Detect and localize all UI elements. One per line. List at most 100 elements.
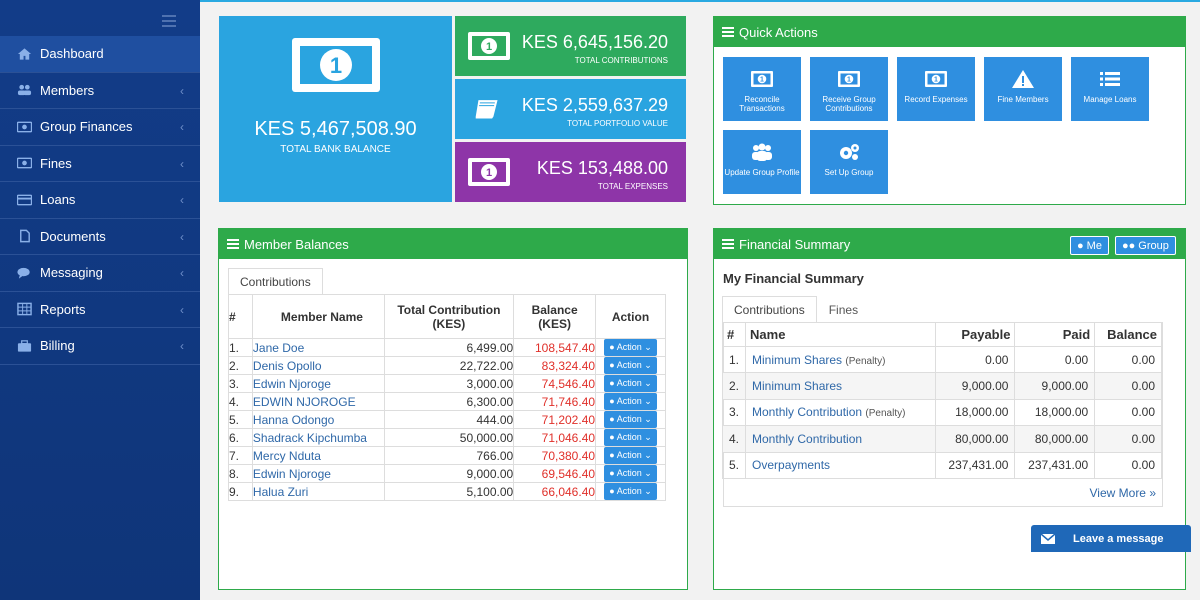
tab-contributions[interactable]: Contributions: [228, 268, 323, 295]
contribution-name-link[interactable]: Minimum Shares: [752, 353, 842, 367]
contribution-name-link[interactable]: Monthly Contribution: [752, 432, 862, 446]
balance: 0.00: [1094, 398, 1162, 427]
action-dropdown-button[interactable]: ● Action ⌄: [604, 357, 657, 374]
menu-toggle-icon[interactable]: [162, 15, 176, 27]
user-icon: ●: [1077, 239, 1084, 252]
financial-summary-subtitle: My Financial Summary: [723, 271, 864, 286]
sidebar-item-billing[interactable]: Billing ‹: [0, 328, 200, 365]
balance: 66,046.40: [513, 482, 597, 501]
fs-col-paid: Paid: [1014, 322, 1096, 347]
total-contribution: 3,000.00: [383, 374, 515, 393]
member-name-link[interactable]: Jane Doe: [251, 338, 385, 357]
cogs-icon: [837, 142, 861, 162]
member-name-link[interactable]: Denis Opollo: [251, 356, 385, 375]
expenses-tile: 1 KES 153,488.00 TOTAL EXPENSES: [455, 142, 686, 202]
sidebar-nav: Dashboard Members ‹ Group Finances ‹ Fines ‹ Lo…: [0, 36, 200, 365]
tab-fs-contributions[interactable]: Contributions: [722, 296, 817, 323]
member-name-link[interactable]: Edwin Njoroge: [251, 374, 385, 393]
portfolio-caption: TOTAL PORTFOLIO VALUE: [567, 119, 668, 128]
contribution-name-link[interactable]: Overpayments: [752, 458, 830, 472]
sidebar-item-group-finances[interactable]: Group Finances ‹: [0, 109, 200, 146]
member-name-link[interactable]: Edwin Njoroge: [251, 464, 385, 483]
sidebar-item-documents[interactable]: Documents ‹: [0, 219, 200, 255]
sidebar-item-reports[interactable]: Reports ‹: [0, 292, 200, 328]
quick-action-receive-group-contributions[interactable]: 1 Receive Group Contributions: [810, 57, 888, 121]
sidebar-item-messaging[interactable]: Messaging ‹: [0, 255, 200, 292]
me-button[interactable]: ● Me: [1070, 236, 1109, 255]
action-dropdown-button[interactable]: ● Action ⌄: [604, 411, 657, 428]
member-name-link[interactable]: Halua Zuri: [251, 482, 385, 501]
member-balances-table-wrap: # Member Name Total Contribution (KES) B…: [228, 294, 666, 580]
svg-text:1: 1: [934, 77, 938, 84]
row-index: 6.: [228, 428, 253, 447]
list-icon: [722, 27, 734, 37]
row-index: 1.: [228, 338, 253, 357]
financial-summary-table: # Name Payable Paid Balance 1. Minimum Sh…: [721, 322, 1162, 479]
member-name-link[interactable]: Mercy Nduta: [251, 446, 385, 465]
quick-action-set-up-group[interactable]: Set Up Group: [810, 130, 888, 194]
action-dropdown-button[interactable]: ● Action ⌄: [604, 465, 657, 482]
money-icon: [16, 119, 32, 135]
balance: 83,324.40: [513, 356, 597, 375]
action-dropdown-button[interactable]: ● Action ⌄: [604, 429, 657, 446]
quick-action-manage-loans[interactable]: Manage Loans: [1071, 57, 1149, 121]
balance: 69,546.40: [513, 464, 597, 483]
balance: 71,046.40: [513, 428, 597, 447]
sidebar-item-label: Reports: [40, 301, 86, 317]
table-row: 2. Denis Opollo 22,722.00 83,324.40 ● Action…: [228, 356, 666, 375]
tab-fs-fines[interactable]: Fines: [817, 296, 870, 323]
action-dropdown-button[interactable]: ● Action ⌄: [604, 339, 657, 356]
chevron-down-icon: ⌄: [641, 432, 652, 442]
member-name-link[interactable]: EDWIN NJOROGE: [251, 392, 385, 411]
user-icon: ●: [609, 486, 617, 496]
quick-action-fine-members[interactable]: Fine Members: [984, 57, 1062, 121]
group-button-label: Group: [1138, 239, 1169, 252]
sidebar-item-label: Loans: [40, 192, 76, 208]
table-row: 1. Jane Doe 6,499.00 108,547.40 ● Action ⌄: [228, 338, 666, 357]
action-dropdown-button[interactable]: ● Action ⌄: [604, 393, 657, 410]
quick-action-record-expenses[interactable]: 1 Record Expenses: [897, 57, 975, 121]
chevron-left-icon: ‹: [180, 302, 184, 317]
quick-action-label: Reconcile Transactions: [739, 95, 785, 113]
member-name-link[interactable]: Shadrack Kipchumba: [251, 428, 385, 447]
col-balance: Balance (KES): [513, 294, 597, 339]
group-button[interactable]: ●● Group: [1115, 236, 1176, 255]
top-accent-line: [200, 0, 1200, 2]
view-more-link[interactable]: View More »: [1090, 486, 1156, 500]
sidebar-item-fines[interactable]: Fines ‹: [0, 146, 200, 182]
quick-action-label: Receive Group Contributions: [822, 95, 876, 113]
sidebar-item-members[interactable]: Members ‹: [0, 73, 200, 109]
table-row: 4. Monthly Contribution 80,000.00 80,000.0…: [721, 425, 1162, 453]
action-dropdown-button[interactable]: ● Action ⌄: [604, 483, 657, 500]
user-icon: ●: [609, 378, 617, 388]
quick-action-label: Manage Loans: [1083, 95, 1137, 104]
quick-action-reconcile-transactions[interactable]: 1 Reconcile Transactions: [723, 57, 801, 121]
chevron-down-icon: ⌄: [641, 414, 652, 424]
contributions-value: KES 6,645,156.20: [521, 32, 668, 52]
member-name-link[interactable]: Hanna Odongo: [251, 410, 385, 429]
leave-message-label: Leave a message: [1073, 532, 1164, 545]
user-icon: ●: [609, 414, 617, 424]
row-index: 1.: [721, 345, 747, 374]
list-icon: [227, 239, 239, 249]
chevron-down-icon: ⌄: [641, 450, 652, 460]
contribution-name-link[interactable]: Minimum Shares: [752, 379, 842, 393]
svg-text:1: 1: [486, 41, 492, 53]
quick-actions-header: Quick Actions: [714, 17, 1185, 47]
total-contribution: 5,100.00: [383, 482, 515, 501]
financial-summary-tabs: Contributions Fines: [722, 296, 870, 323]
action-dropdown-button[interactable]: ● Action ⌄: [604, 375, 657, 392]
sidebar-item-dashboard[interactable]: Dashboard: [0, 36, 200, 73]
paid: 9,000.00: [1014, 372, 1096, 400]
money-icon: 1: [837, 69, 861, 89]
sidebar-item-loans[interactable]: Loans ‹: [0, 182, 200, 219]
action-dropdown-button[interactable]: ● Action ⌄: [604, 447, 657, 464]
row-index: 3.: [721, 398, 747, 427]
leave-message-button[interactable]: Leave a message: [1031, 525, 1191, 552]
quick-action-update-group-profile[interactable]: Update Group Profile: [723, 130, 801, 194]
payable: 18,000.00: [934, 398, 1016, 427]
chevron-left-icon: ‹: [180, 156, 184, 171]
col-action: Action: [595, 294, 666, 339]
balance: 74,546.40: [513, 374, 597, 393]
contribution-name-link[interactable]: Monthly Contribution: [752, 405, 862, 419]
